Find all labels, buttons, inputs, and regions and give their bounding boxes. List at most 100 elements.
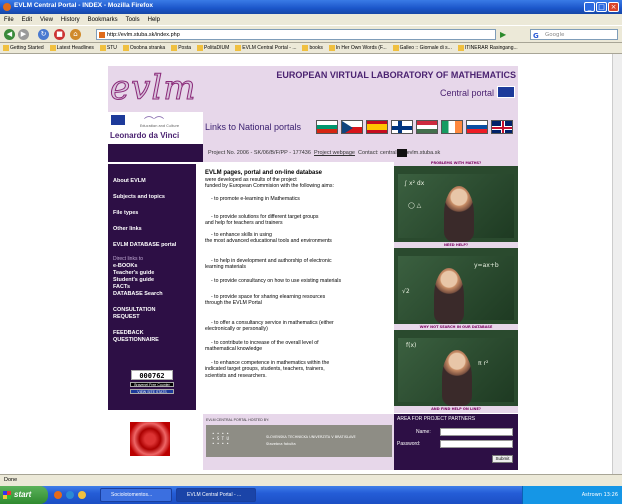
password-label: Password: (397, 441, 421, 447)
national-portals-label: Links to National portals (205, 122, 302, 132)
sidebar-item-ebooks[interactable]: e-BOOKs (113, 263, 137, 269)
ie-quicklaunch-icon[interactable] (66, 491, 74, 499)
national-portals-bar: Links to National portals (203, 112, 518, 144)
flag-czech-icon[interactable] (341, 120, 363, 134)
sidebar-item-database-search[interactable]: DATABASE Search (113, 291, 163, 297)
menu-help[interactable]: Help (148, 17, 160, 23)
leonardo-label[interactable]: Leonardo da Vinci (110, 131, 179, 140)
bookmark-label: PolitaDIUM (204, 45, 230, 51)
eu-flag-icon (497, 86, 515, 98)
aim-line: electronically or personally) (205, 326, 268, 333)
menu-view[interactable]: View (40, 17, 53, 23)
contact-email[interactable]: evlm.stuba.sk (407, 150, 441, 156)
maximize-button[interactable]: □ (596, 2, 607, 12)
windows-logo-icon (3, 491, 11, 499)
sidebar-item-facts[interactable]: FACTs (113, 284, 130, 290)
flag-ireland-icon[interactable] (441, 120, 463, 134)
search-input[interactable]: G Google (530, 29, 618, 40)
bookmark-item[interactable]: Posta (171, 45, 191, 51)
visit-counter: 000762 (131, 370, 173, 380)
task-sociolotomentos[interactable]: Sociolotomentos... (100, 488, 172, 502)
sidebar-item-questionnaire[interactable]: QUESTIONNAIRE (113, 337, 159, 343)
start-button[interactable]: start (0, 486, 48, 504)
email-icon (396, 148, 407, 157)
submit-button[interactable]: Submit (492, 455, 513, 463)
content-viewport: evlm EUROPEAN VIRTUAL LABORATORY OF MATH… (0, 54, 622, 474)
flag-bulgaria-icon[interactable] (316, 120, 338, 134)
flag-uk-icon[interactable] (491, 120, 513, 134)
menu-tools[interactable]: Tools (126, 17, 140, 23)
math-photo-2: y=ax+b √2 (394, 248, 518, 324)
education-culture-label: Education and Culture (140, 124, 179, 128)
firefox-icon (3, 3, 11, 11)
sidebar-item-consultation[interactable]: CONSULTATION (113, 307, 155, 313)
aim-line: - to provide consultancy on how to use e… (211, 278, 342, 284)
minimize-button[interactable]: _ (584, 2, 595, 12)
go-icon[interactable]: ▶ (500, 29, 514, 40)
flag-spain-icon[interactable] (366, 120, 388, 134)
forward-icon[interactable]: ▶ (18, 29, 29, 40)
bookmark-item[interactable]: Getting Started (3, 45, 44, 51)
project-number: Project No. 2006 - SK/06/B/F/PP - 177436 (208, 150, 311, 156)
firefox-quicklaunch-icon[interactable] (54, 491, 62, 499)
page-favicon (99, 32, 105, 38)
stop-icon[interactable]: ■ (54, 29, 65, 40)
direct-links-label: Direct links to (113, 256, 144, 262)
menu-bookmarks[interactable]: Bookmarks (88, 17, 118, 23)
bookmark-item[interactable]: Galleo :: Giornale di s... (392, 45, 452, 51)
menu-history[interactable]: History (61, 17, 80, 23)
password-input[interactable] (440, 440, 513, 448)
sidebar-item-feedback[interactable]: FEEDBACK (113, 330, 144, 336)
aim-line: learning materials (205, 264, 246, 271)
sidebar-item-students-guide[interactable]: Student's guide (113, 277, 154, 283)
bookmark-item[interactable]: ITINERAR Rasingang... (457, 45, 518, 51)
reload-icon[interactable]: ↻ (38, 29, 49, 40)
flag-finland-icon[interactable] (391, 120, 413, 134)
sidebar-item-about[interactable]: About EVLM (113, 178, 146, 184)
bookmark-icon (3, 45, 9, 51)
evlm-logo[interactable]: evlm (109, 69, 196, 108)
hosted-by-title: EVLM CENTRAL PORTAL HOSTED BY: (206, 418, 270, 422)
bookmark-item[interactable]: EVLM Central Portal - ... (235, 45, 296, 51)
bookmark-item[interactable]: Latest Headlines (49, 45, 94, 51)
bookmark-label: ITINERAR Rasingang... (464, 45, 518, 51)
bookmark-icon (49, 45, 56, 51)
name-input[interactable] (440, 428, 513, 436)
bookmark-icon (392, 45, 399, 51)
window-titlebar[interactable]: EVLM Central Portal - INDEX - Mozilla Fi… (0, 0, 622, 14)
bookmark-label: Getting Started (10, 45, 44, 51)
menu-edit[interactable]: Edit (22, 17, 32, 23)
project-webpage-link[interactable]: Project webpage (314, 150, 355, 156)
bookmark-item[interactable]: STU (99, 45, 117, 51)
url-bar[interactable]: http://evlm.stuba.sk/index.php (96, 29, 496, 40)
aim-line: scientists and researchers. (205, 372, 267, 379)
vertical-scrollbar[interactable] (612, 54, 622, 474)
back-icon[interactable]: ◀ (4, 29, 15, 40)
name-label: Name: (416, 429, 431, 435)
folder-quicklaunch-icon[interactable] (78, 491, 86, 499)
sidebar-item-consultation-request[interactable]: REQUEST (113, 314, 140, 320)
google-icon: G (533, 32, 539, 40)
bravenet-counter-link[interactable]: Bravenet Free Counter (130, 382, 174, 387)
bookmark-label: EVLM Central Portal - ... (242, 45, 297, 51)
bookmark-item[interactable]: In Her Own Words (F... (328, 45, 387, 51)
bookmark-icon (99, 45, 106, 51)
bookmark-item[interactable]: books (302, 45, 323, 51)
menu-file[interactable]: File (4, 17, 14, 23)
close-button[interactable]: × (608, 2, 619, 12)
flag-hungary-icon[interactable] (416, 120, 438, 134)
bookmark-item[interactable]: PolitaDIUM (197, 45, 229, 51)
bookmark-item[interactable]: Osobna stranka (122, 45, 166, 51)
sidebar-item-teachers-guide[interactable]: Teacher's guide (113, 270, 154, 276)
stu-logo-banner[interactable]: • • • • • S T U • • • • SLOVENSKA TECHNICK… (206, 425, 392, 457)
sidebar-item-database-portal[interactable]: EVLM DATABASE portal (113, 242, 176, 248)
sidebar-item-other-links[interactable]: Other links (113, 226, 142, 232)
view-site-stats-link[interactable]: VIEW SITE STATS (130, 389, 174, 394)
home-icon[interactable]: ⌂ (70, 29, 81, 40)
sidebar-item-subjects[interactable]: Subjects and topics (113, 194, 165, 200)
bookmark-label: Osobna stranka (129, 45, 166, 51)
flag-slovakia-icon[interactable] (466, 120, 488, 134)
aim-line: through the EVLM Portal (205, 300, 262, 307)
sidebar-item-file-types[interactable]: File types (113, 210, 138, 216)
task-evlm-portal[interactable]: EVLM Central Portal - ... (176, 488, 256, 502)
